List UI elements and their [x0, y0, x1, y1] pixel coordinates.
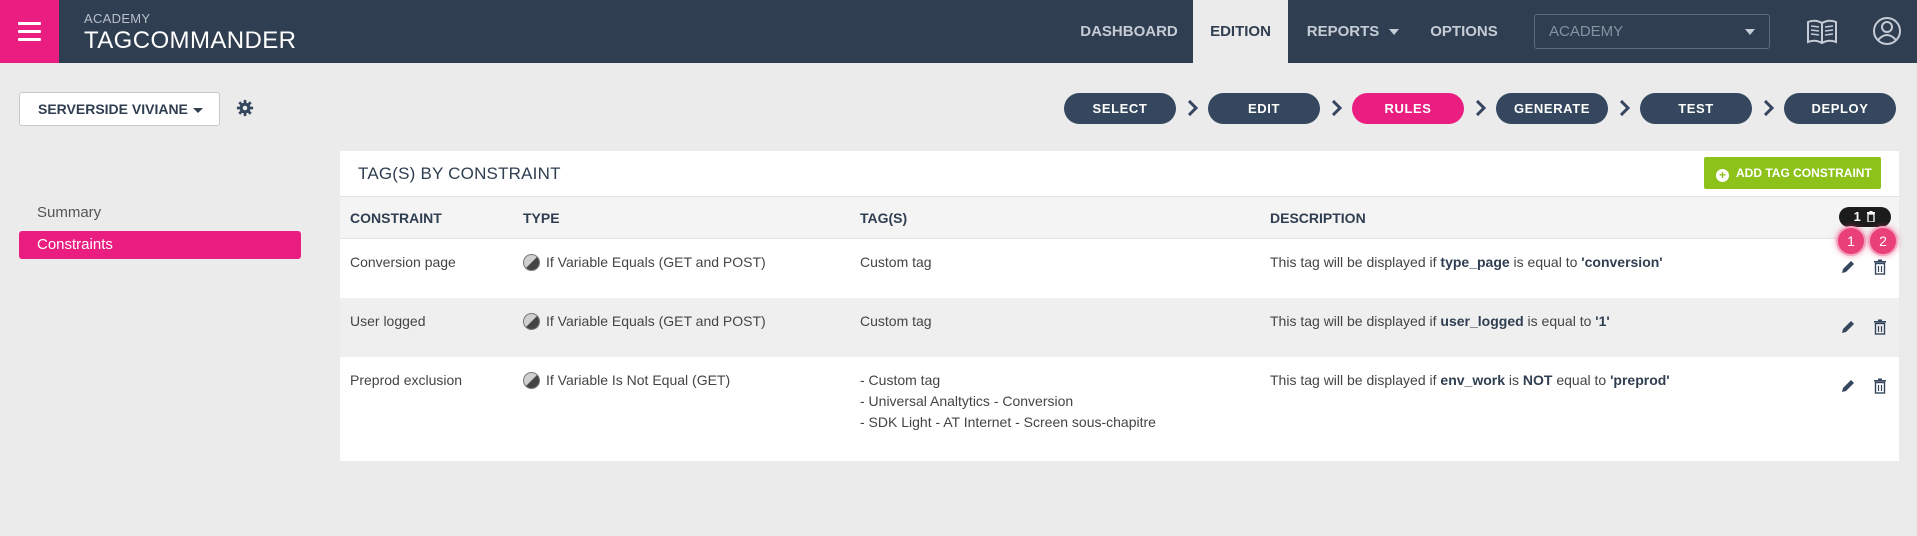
- panel-title: TAG(S) BY CONSTRAINT: [358, 164, 561, 183]
- brand-title[interactable]: TAGCOMMANDER: [84, 27, 296, 55]
- constraint-description: This tag will be displayed if type_page …: [1270, 252, 1663, 273]
- account-select-value: ACADEMY: [1549, 23, 1624, 40]
- column-tags[interactable]: TAG(S): [860, 197, 907, 239]
- trash-icon[interactable]: [1872, 319, 1888, 335]
- description-variable: env_work: [1440, 372, 1506, 388]
- description-value: '1': [1595, 313, 1610, 329]
- plus-circle-icon: +: [1716, 169, 1729, 182]
- table-row: User logged If Variable Equals (GET and …: [340, 298, 1899, 357]
- user-icon[interactable]: [1870, 15, 1904, 47]
- book-icon[interactable]: [1805, 15, 1839, 47]
- tag-item: Custom tag: [860, 313, 932, 329]
- trash-icon[interactable]: [1872, 378, 1888, 394]
- tag-item: - Universal Analtytics - Conversion: [860, 393, 1074, 409]
- pencil-icon[interactable]: [1840, 259, 1856, 275]
- tag-item: Custom tag: [860, 254, 932, 270]
- trash-icon: [1867, 211, 1876, 223]
- chevron-right-icon: [1619, 100, 1631, 116]
- chevron-down-icon: [1389, 29, 1400, 36]
- column-type[interactable]: TYPE: [523, 197, 560, 239]
- annotation-marker-2: 2: [1868, 226, 1898, 256]
- constraint-tags: - Custom tag - Universal Analtytics - Co…: [860, 370, 1156, 433]
- brand-subtitle: ACADEMY: [84, 11, 151, 26]
- constraint-tags: Custom tag: [860, 311, 932, 332]
- step-deploy[interactable]: DEPLOY: [1784, 93, 1896, 124]
- table-row: Conversion page If Variable Equals (GET …: [340, 239, 1899, 298]
- constraint-type-label: If Variable Is Not Equal (GET): [546, 372, 731, 388]
- step-select[interactable]: SELECT: [1064, 93, 1176, 124]
- constraint-type-label: If Variable Equals (GET and POST): [546, 313, 766, 329]
- add-tag-constraint-button[interactable]: + ADD TAG CONSTRAINT: [1704, 157, 1881, 189]
- nav-edition[interactable]: EDITION: [1193, 0, 1288, 63]
- constraint-type: If Variable Is Not Equal (GET): [523, 370, 730, 391]
- table-row: Preprod exclusion If Variable Is Not Equ…: [340, 357, 1899, 461]
- container-dropdown[interactable]: SERVERSIDE VIVIANE: [19, 92, 220, 126]
- add-tag-constraint-label: ADD TAG CONSTRAINT: [1736, 166, 1872, 180]
- delete-selected-badge[interactable]: 1: [1839, 207, 1891, 227]
- constraint-type: If Variable Equals (GET and POST): [523, 252, 766, 273]
- gear-icon[interactable]: [236, 99, 254, 117]
- chevron-right-icon: [1187, 100, 1199, 116]
- description-negation: NOT: [1522, 372, 1553, 388]
- sidebar-item-constraints[interactable]: Constraints: [19, 231, 301, 259]
- nav-reports[interactable]: REPORTS: [1288, 0, 1418, 63]
- description-prefix: This tag will be displayed if: [1270, 313, 1441, 329]
- step-edit[interactable]: EDIT: [1208, 93, 1320, 124]
- description-variable: type_page: [1440, 254, 1510, 270]
- chevron-right-icon: [1331, 100, 1343, 116]
- menu-icon[interactable]: [0, 0, 59, 63]
- nav-reports-label: REPORTS: [1306, 23, 1380, 40]
- chevron-down-icon: [1745, 29, 1755, 35]
- constraint-name: Preprod exclusion: [350, 372, 463, 388]
- container-dropdown-label: SERVERSIDE VIVIANE: [38, 101, 188, 117]
- trash-icon[interactable]: [1872, 259, 1888, 275]
- constraint-description: This tag will be displayed if user_logge…: [1270, 311, 1610, 332]
- selected-count: 1: [1853, 209, 1861, 224]
- column-description[interactable]: DESCRIPTION: [1270, 197, 1366, 239]
- chevron-right-icon: [1475, 100, 1487, 116]
- description-value: 'conversion': [1581, 254, 1663, 270]
- sidebar-item-summary[interactable]: Summary: [19, 199, 301, 227]
- constraint-name: User logged: [350, 313, 426, 329]
- description-operator: is equal to: [1509, 254, 1582, 270]
- description-operator: is: [1505, 372, 1523, 388]
- variable-type-icon: [523, 313, 540, 330]
- tag-item: - Custom tag: [860, 372, 941, 388]
- variable-type-icon: [523, 254, 540, 271]
- tag-item: - SDK Light - AT Internet - Screen sous-…: [860, 414, 1156, 430]
- pencil-icon[interactable]: [1840, 378, 1856, 394]
- step-test[interactable]: TEST: [1640, 93, 1752, 124]
- pencil-icon[interactable]: [1840, 319, 1856, 335]
- table-header: CONSTRAINT TYPE TAG(S) DESCRIPTION 1: [340, 196, 1899, 239]
- column-constraint[interactable]: CONSTRAINT: [350, 197, 442, 239]
- constraints-panel: TAG(S) BY CONSTRAINT + ADD TAG CONSTRAINT…: [340, 151, 1899, 461]
- constraint-description: This tag will be displayed if env_work i…: [1270, 370, 1670, 391]
- description-operator-2: equal to: [1552, 372, 1611, 388]
- caret-down-icon: [192, 107, 203, 113]
- account-select[interactable]: ACADEMY: [1534, 14, 1770, 49]
- annotation-marker-1: 1: [1836, 226, 1866, 256]
- top-navbar: ACADEMY TAGCOMMANDER DASHBOARD EDITION R…: [0, 0, 1917, 63]
- chevron-right-icon: [1763, 100, 1775, 116]
- nav-dashboard[interactable]: DASHBOARD: [1065, 0, 1193, 63]
- step-rules[interactable]: RULES: [1352, 93, 1464, 124]
- description-value: 'preprod': [1610, 372, 1670, 388]
- variable-type-icon: [523, 372, 540, 389]
- description-prefix: This tag will be displayed if: [1270, 254, 1441, 270]
- constraint-type: If Variable Equals (GET and POST): [523, 311, 766, 332]
- nav-options[interactable]: OPTIONS: [1418, 0, 1510, 63]
- step-generate[interactable]: GENERATE: [1496, 93, 1608, 124]
- constraint-type-label: If Variable Equals (GET and POST): [546, 254, 766, 270]
- constraint-tags: Custom tag: [860, 252, 932, 273]
- description-operator: is equal to: [1523, 313, 1596, 329]
- description-prefix: This tag will be displayed if: [1270, 372, 1441, 388]
- constraint-name: Conversion page: [350, 254, 456, 270]
- description-variable: user_logged: [1440, 313, 1524, 329]
